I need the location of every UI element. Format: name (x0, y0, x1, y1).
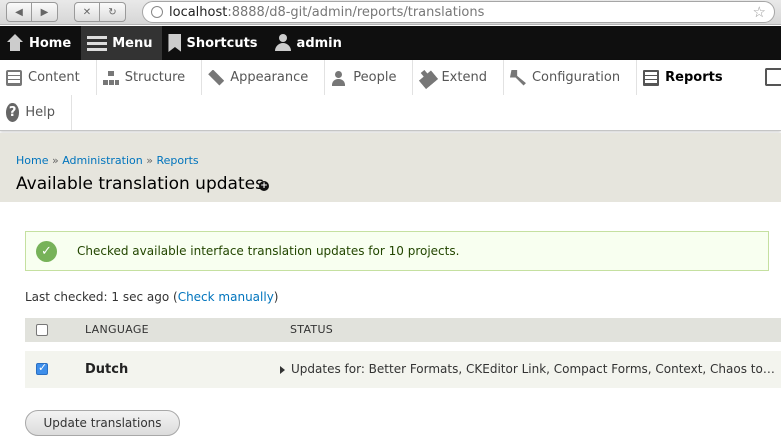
admin-tray: Content Structure Appearance People Exte… (0, 60, 781, 131)
page-title: Available translation updates (16, 174, 264, 194)
breadcrumb-home[interactable]: Home (16, 154, 48, 167)
toolbar-shortcuts-label: Shortcuts (186, 35, 258, 51)
tray-item-appearance[interactable]: Appearance (202, 60, 326, 95)
breadcrumb: Home » Administration » Reports (16, 154, 199, 167)
toolbar-menu-label: Menu (112, 35, 153, 51)
appearance-icon (208, 69, 225, 86)
row-status[interactable]: Updates for: Better Formats, CKEditor Li… (280, 362, 780, 376)
tray-menu-row-2: ? Help (0, 95, 781, 130)
globe-icon (151, 6, 163, 18)
tray-item-label: Help (25, 105, 55, 120)
home-icon (6, 34, 24, 52)
tray-item-reports[interactable]: Reports (637, 60, 738, 95)
tray-item-label: People (353, 70, 397, 85)
tray-item-extend[interactable]: Extend (413, 60, 504, 95)
page-header: Home » Administration » Reports Availabl… (0, 133, 781, 202)
last-checked-suffix: ) (273, 290, 279, 304)
row-language: Dutch (85, 362, 129, 377)
structure-icon (102, 70, 119, 86)
tray-item-people[interactable]: People (325, 60, 414, 95)
address-bar[interactable]: localhost:8888/d8-git/admin/reports/tran… (142, 1, 775, 23)
forward-arrow-icon: ▶ (40, 6, 49, 18)
toolbar-home-label: Home (29, 35, 72, 51)
check-manually-link[interactable]: Check manually (178, 290, 274, 304)
url-path: :8888/d8-git/admin/reports/translations (227, 4, 485, 20)
status-message: ✓ Checked available interface translatio… (25, 231, 769, 271)
configuration-icon (509, 69, 526, 86)
extend-icon (416, 66, 439, 89)
menu-icon (87, 35, 108, 51)
reload-icon: ↻ (108, 6, 117, 18)
table-header: LANGUAGE STATUS (25, 318, 781, 342)
back-arrow-icon: ◀ (15, 6, 23, 18)
last-checked: Last checked: 1 sec ago (Check manually) (25, 290, 278, 304)
reload-button[interactable]: ↻ (100, 2, 126, 22)
breadcrumb-reports[interactable]: Reports (156, 154, 198, 167)
tray-menu: Content Structure Appearance People Exte… (0, 60, 781, 95)
row-checkbox[interactable] (36, 361, 48, 375)
tray-item-content[interactable]: Content (0, 60, 97, 95)
admin-toolbar: Home Menu Shortcuts admin (0, 26, 781, 60)
toolbar-home[interactable]: Home (0, 26, 81, 60)
tray-orientation-toggle-icon[interactable] (765, 68, 781, 86)
forward-button[interactable]: ▶ (32, 2, 58, 22)
update-translations-button[interactable]: Update translations (25, 410, 180, 436)
tray-item-label: Structure (124, 70, 186, 85)
toolbar-menu[interactable]: Menu (81, 26, 163, 60)
breadcrumb-separator: » (146, 154, 153, 167)
toolbar-shortcuts[interactable]: Shortcuts (162, 26, 267, 60)
tray-item-label: Configuration (531, 70, 621, 85)
expand-triangle-icon[interactable] (280, 365, 285, 374)
close-icon: ✕ (82, 6, 92, 18)
select-all-checkbox[interactable] (36, 324, 48, 336)
check-icon: ✓ (36, 240, 57, 262)
people-icon (331, 70, 347, 86)
stop-button[interactable]: ✕ (74, 2, 100, 22)
tray-item-label: Appearance (230, 70, 309, 85)
tray-item-label: Content (28, 70, 80, 85)
breadcrumb-separator: » (51, 154, 59, 167)
user-icon (274, 34, 292, 52)
column-header-language: LANGUAGE (85, 323, 149, 336)
column-header-status: STATUS (290, 323, 334, 336)
breadcrumb-administration[interactable]: Administration (62, 154, 143, 167)
browser-toolbar: ◀ ▶ ✕ ↻ localhost:8888/d8-git/admin/repo… (0, 0, 781, 25)
toolbar-user[interactable]: admin (268, 26, 352, 60)
table-row: Dutch Updates for: Better Formats, CKEdi… (25, 351, 781, 388)
content-icon (6, 69, 22, 86)
tray-item-structure[interactable]: Structure (97, 60, 203, 95)
tray-item-label: Reports (665, 70, 723, 85)
help-icon: ? (6, 103, 20, 122)
bookmark-icon (168, 34, 182, 52)
add-shortcut-icon[interactable]: + (259, 181, 269, 191)
back-button[interactable]: ◀ (6, 2, 32, 22)
reports-icon (643, 69, 660, 86)
bookmark-star-icon[interactable]: ☆ (753, 3, 766, 21)
status-message-text: Checked available interface translation … (77, 244, 460, 258)
toolbar-user-label: admin (296, 35, 342, 51)
row-status-text: Updates for: Better Formats, CKEditor Li… (291, 362, 780, 376)
tray-item-help[interactable]: ? Help (0, 95, 72, 130)
last-checked-prefix: Last checked: 1 sec ago ( (25, 290, 178, 304)
tray-item-label: Extend (441, 70, 487, 85)
tray-item-configuration[interactable]: Configuration (504, 60, 638, 95)
url-host: localhost (169, 4, 228, 20)
